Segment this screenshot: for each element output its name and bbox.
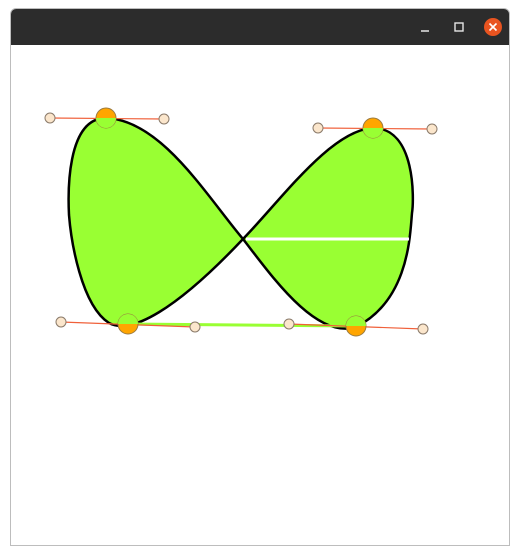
anchor-point-top-right[interactable]: [362, 117, 384, 139]
control-handle[interactable]: [44, 112, 56, 124]
control-handle[interactable]: [283, 318, 295, 330]
control-handle[interactable]: [189, 321, 201, 333]
anchor-point-top-left[interactable]: [95, 107, 117, 129]
control-handle[interactable]: [426, 123, 438, 135]
close-button[interactable]: [483, 17, 503, 37]
control-handle[interactable]: [312, 122, 324, 134]
figure-eight-shape[interactable]: [67, 116, 415, 330]
app-window: [10, 8, 510, 546]
bezier-editor-svg: [44, 107, 438, 337]
anchor-point-bottom-left[interactable]: [117, 313, 139, 335]
close-icon: [484, 18, 502, 36]
maximize-button[interactable]: [449, 17, 469, 37]
minimize-button[interactable]: [415, 17, 435, 37]
anchor-point-bottom-right[interactable]: [345, 315, 367, 337]
minimize-icon: [421, 30, 429, 32]
control-handle[interactable]: [158, 113, 170, 125]
control-handle[interactable]: [417, 323, 429, 335]
maximize-icon: [454, 22, 464, 32]
drawing-canvas[interactable]: [11, 45, 509, 545]
control-handle[interactable]: [55, 316, 67, 328]
title-bar[interactable]: [11, 9, 509, 45]
